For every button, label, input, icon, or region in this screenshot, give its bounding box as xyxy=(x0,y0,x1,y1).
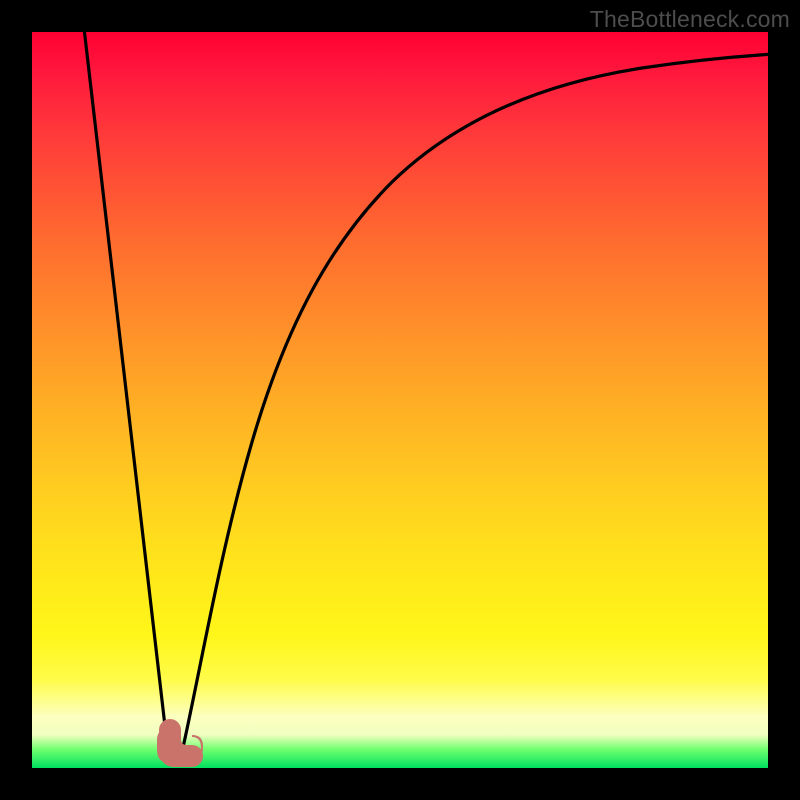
minimum-marker-fill xyxy=(160,720,202,766)
right-branch-line xyxy=(182,54,774,752)
plot-area xyxy=(32,32,768,768)
chart-lines xyxy=(32,32,768,768)
watermark-text: TheBottleneck.com xyxy=(590,6,790,33)
left-branch-line xyxy=(84,28,168,752)
chart-frame: TheBottleneck.com xyxy=(0,0,800,800)
